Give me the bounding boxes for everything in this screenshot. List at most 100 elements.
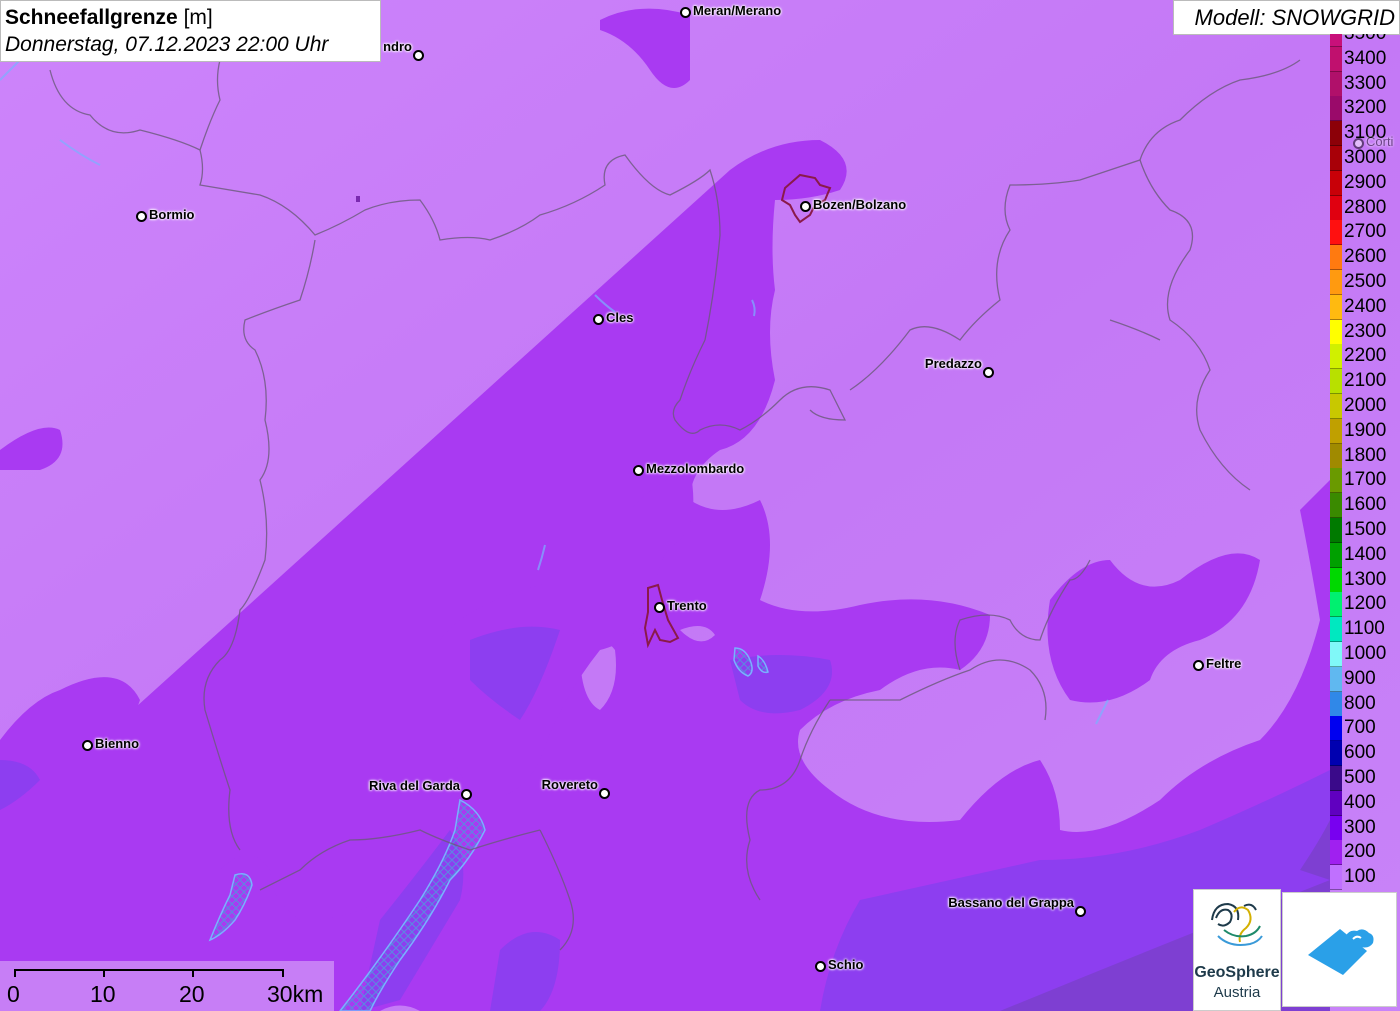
legend-item: 1900 [1330, 418, 1400, 444]
city-label[interactable]: Meran/Merano [693, 3, 781, 18]
legend-label: 1700 [1344, 469, 1387, 491]
legend-item: 100 [1330, 865, 1400, 890]
legend-item: 1400 [1330, 542, 1400, 568]
legend-swatch [1330, 493, 1342, 519]
city-marker[interactable] [593, 314, 604, 325]
city-marker[interactable] [599, 788, 610, 799]
legend-item: 1100 [1330, 617, 1400, 643]
tiny-marker [356, 196, 360, 202]
legend-label: 1600 [1344, 494, 1387, 516]
city-marker[interactable] [413, 50, 424, 61]
city-marker[interactable] [1075, 906, 1086, 917]
legend-swatch [1330, 319, 1342, 345]
snow-house-logo[interactable] [1282, 892, 1397, 1007]
city-marker[interactable] [680, 7, 691, 18]
city-marker[interactable] [461, 789, 472, 800]
legend-label: 3000 [1344, 147, 1387, 168]
legend-label: 2900 [1344, 171, 1387, 193]
legend-item: 3500 [1330, 34, 1400, 47]
legend-swatch [1330, 542, 1342, 568]
scale-label-30km: 30km [267, 981, 324, 1007]
legend-label: 3200 [1344, 97, 1387, 119]
city-label[interactable]: Mezzolombardo [646, 461, 744, 476]
city-marker[interactable] [1193, 660, 1204, 671]
legend-label: 3500 [1344, 34, 1386, 46]
legend-item: 2800 [1330, 195, 1400, 221]
city-label[interactable]: Predazzo [925, 356, 982, 371]
snowfall-map[interactable] [0, 0, 1400, 1011]
legend-item: 2300 [1330, 319, 1400, 345]
legend-label: 1800 [1344, 444, 1387, 466]
legend-item: 1500 [1330, 518, 1400, 543]
legend-item: 1200 [1330, 592, 1400, 618]
legend-swatch [1330, 270, 1342, 295]
legend-item: 1600 [1330, 493, 1400, 519]
legend-swatch [1330, 592, 1342, 618]
legend-label: 1200 [1344, 593, 1387, 615]
legend-label: 900 [1344, 667, 1376, 689]
legend-item: 800 [1330, 691, 1400, 717]
legend-swatch [1330, 518, 1342, 543]
city-label[interactable]: Bienno [95, 736, 139, 751]
city-label[interactable]: Corti [1366, 134, 1393, 149]
city-label[interactable]: Schio [828, 957, 863, 972]
map-datetime: Donnerstag, 07.12.2023 22:00 Uhr [5, 33, 329, 56]
legend-item: 500 [1330, 766, 1400, 791]
city-label[interactable]: Bozen/Bolzano [813, 197, 906, 212]
legend-label: 500 [1344, 767, 1376, 788]
city-label[interactable]: Bormio [149, 207, 195, 222]
legend-swatch [1330, 146, 1342, 171]
city-marker[interactable] [815, 961, 826, 972]
legend-label: 2600 [1344, 246, 1387, 268]
city-marker[interactable] [654, 602, 665, 613]
legend-item: 1300 [1330, 567, 1400, 593]
geosphere-logo-text: GeoSphere [1194, 964, 1280, 981]
legend-label: 100 [1344, 866, 1376, 888]
legend-item: 2700 [1330, 220, 1400, 246]
legend-swatch [1330, 96, 1342, 122]
city-marker[interactable] [1353, 138, 1364, 149]
legend-label: 1100 [1344, 618, 1385, 640]
legend-label: 1900 [1344, 419, 1387, 441]
city-label[interactable]: Feltre [1206, 656, 1241, 671]
legend-label: 1400 [1344, 543, 1387, 565]
legend-label: 600 [1344, 742, 1376, 764]
legend-swatch [1330, 121, 1342, 147]
legend-swatch [1330, 294, 1342, 320]
scale-tick [282, 969, 284, 977]
legend-label: 2800 [1344, 196, 1387, 218]
legend-item: 2200 [1330, 344, 1400, 370]
scale-tick [103, 969, 105, 977]
scale-bar: 0 10 20 30km [0, 961, 334, 1011]
city-marker[interactable] [983, 367, 994, 378]
city-marker[interactable] [82, 740, 93, 751]
legend-label: 2500 [1344, 271, 1387, 292]
legend-swatch [1330, 790, 1342, 816]
city-label[interactable]: Cles [606, 310, 633, 325]
legend-swatch [1330, 716, 1342, 742]
city-label[interactable]: Rovereto [542, 777, 598, 792]
city-label[interactable]: ndro [383, 39, 412, 54]
legend-label: 300 [1344, 816, 1376, 838]
legend-swatch [1330, 766, 1342, 791]
city-label[interactable]: Riva del Garda [369, 778, 460, 793]
scale-line [14, 969, 284, 971]
legend-swatch [1330, 46, 1342, 72]
legend-label: 700 [1344, 717, 1376, 739]
geosphere-logo[interactable]: GeoSphere Austria [1193, 889, 1281, 1011]
legend-swatch [1330, 666, 1342, 692]
city-marker[interactable] [633, 465, 644, 476]
city-marker[interactable] [800, 201, 811, 212]
legend-item: 3200 [1330, 96, 1400, 122]
city-marker[interactable] [136, 211, 147, 222]
city-label[interactable]: Bassano del Grappa [948, 895, 1074, 910]
legend-item: 2100 [1330, 369, 1400, 395]
legend-swatch [1330, 443, 1342, 469]
legend-label: 2400 [1344, 295, 1387, 317]
legend-item: 300 [1330, 815, 1400, 841]
legend-swatch [1330, 617, 1342, 643]
city-label[interactable]: Trento [667, 598, 707, 613]
legend-swatch [1330, 220, 1342, 246]
geosphere-logo-subtext: Austria [1213, 984, 1261, 1001]
legend-swatch [1330, 642, 1342, 667]
